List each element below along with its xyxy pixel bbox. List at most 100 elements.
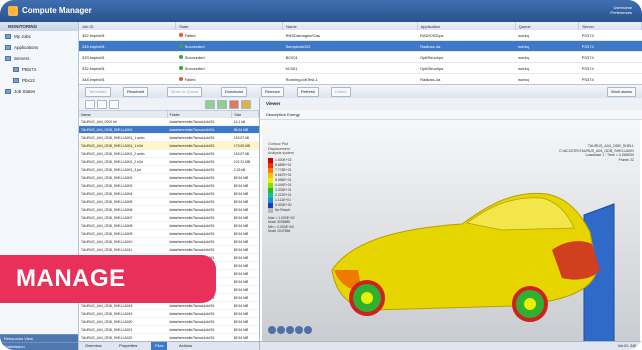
file-cell: TAURUS_A04_ODB_SHELLA001_2.anim xyxy=(79,149,168,158)
file-row[interactable]: TAURUS_A04_ODB_SHELLA021/data/herewhite/… xyxy=(79,325,259,334)
file-cell: /data/herewhite/TaurusJob001 xyxy=(167,165,232,174)
remove-button[interactable]: Remove xyxy=(261,87,284,97)
file-cell: /data/herewhite/TaurusJob001 xyxy=(167,189,232,198)
first-frame-icon[interactable] xyxy=(268,326,276,334)
job-cell: PS374 xyxy=(578,51,642,63)
sidebar-item[interactable]: Pbs12 xyxy=(0,75,78,86)
file-cell: 2.33 kB xyxy=(231,165,259,174)
file-row[interactable]: TAURUS_A04_ODB_SHELLA005/data/herewhite/… xyxy=(79,197,259,206)
resubmit-button[interactable]: Resubmit xyxy=(123,87,148,97)
job-row[interactable]: 352.lmpbs91 Failed RNSDamaged/Gas RADIOSS/p… xyxy=(79,30,642,41)
terminate-button[interactable]: Terminate xyxy=(85,87,111,97)
model-canvas[interactable]: Contour Plot Displacement Analysis syste… xyxy=(262,120,640,342)
file-row[interactable]: TAURUS_A04_ODB_SHELLA001_3.pd/data/herew… xyxy=(79,165,259,174)
jobs-column-header[interactable]: Application xyxy=(417,22,516,30)
file-row[interactable]: TAURUS_A04_ODB_SHELLA009/data/herewhite/… xyxy=(79,229,259,238)
viewer-panel: Viewer Description Energy Contour Plot D… xyxy=(260,98,642,350)
app-window: Compute Manager Username Preferences MON… xyxy=(0,0,642,350)
file-cell: TAURUS_A04_ODB_SHELLA001_2.h3d xyxy=(79,157,168,166)
file-row[interactable]: TAURUS_A04_ODB_SHELLA019/data/herewhite/… xyxy=(79,309,259,318)
file-cell: 85.54 MB xyxy=(231,229,259,238)
lock-icon[interactable] xyxy=(241,100,251,109)
file-row[interactable]: TAURUS_A04_ODB_SHELLA001_1.h3d/data/here… xyxy=(79,141,259,150)
file-row[interactable]: TAURUS_A04_ODB_SHELLA020/data/herewhite/… xyxy=(79,317,259,326)
viewer-statusbar: Job ID: 345 xyxy=(260,341,642,350)
job-row[interactable]: 345.lmpbs91 Succeeded Sampleds003 Radioss-4… xyxy=(79,40,642,52)
sidebar-item[interactable]: Job States xyxy=(0,86,78,97)
stop-icon[interactable] xyxy=(229,100,239,109)
tab-files[interactable]: Files xyxy=(151,342,168,350)
jobs-column-header[interactable]: Name xyxy=(282,22,418,30)
file-row[interactable]: TAURUS_A04_ODB_SHELLA004/data/herewhite/… xyxy=(79,189,259,198)
file-row[interactable]: TAURUS_A04_ODB_SHELLA001_2.h3d/data/here… xyxy=(79,157,259,166)
job-cell: PS374 xyxy=(578,30,642,41)
move-to-queue-button[interactable]: Move to Queue xyxy=(167,87,203,97)
file-row[interactable]: TAURUS_A04_ODB_SHELLA002/data/herewhite/… xyxy=(79,173,259,182)
job-cell: Succeeded xyxy=(175,51,283,63)
jobs-column-header[interactable]: Queue xyxy=(515,22,580,30)
sidebar-item[interactable]: Applications xyxy=(0,42,78,53)
refresh-button[interactable]: Refresh xyxy=(297,87,320,97)
file-cell: 153.57 kB xyxy=(231,149,259,158)
tab-overview[interactable]: Overview xyxy=(81,342,106,350)
prev-frame-icon[interactable] xyxy=(277,326,285,334)
home-icon[interactable] xyxy=(109,100,119,109)
jobs-column-header[interactable]: State xyxy=(175,22,284,30)
file-row[interactable]: TAURUS_A04_0000.htl/data/herewhite/Tauru… xyxy=(79,118,259,126)
tab-properties[interactable]: Properties xyxy=(115,342,141,350)
file-cell: TAURUS_A04_ODB_SHELLA010 xyxy=(79,237,168,246)
sidebar-item[interactable]: Servers xyxy=(0,53,78,64)
job-cell: Sampleds003 xyxy=(282,40,418,52)
jobs-body: 352.lmpbs91 Failed RNSDamaged/Gas RADIOSS/p… xyxy=(79,30,642,85)
job-row[interactable]: 333.lmpbs91 Succeeded BC001 OptiStruct/ps wo… xyxy=(79,51,642,63)
sidebar-item[interactable]: PBS74 xyxy=(0,64,78,75)
file-cell: /data/herewhite/TaurusJob001 xyxy=(167,229,232,238)
forward-icon[interactable] xyxy=(97,100,107,109)
file-cell: 153.57 kB xyxy=(231,133,259,142)
download-button[interactable]: Download xyxy=(221,87,247,97)
job-cell: workq xyxy=(515,62,579,74)
file-row[interactable]: TAURUS_A04_ODB_SHELLA011/data/herewhite/… xyxy=(79,245,259,254)
sidebar-item[interactable]: My Jobs xyxy=(0,31,78,42)
files-column-header[interactable]: Name xyxy=(79,111,168,118)
file-cell: 85.64 MB xyxy=(231,125,259,134)
files-column-header[interactable]: Folder xyxy=(167,111,233,118)
sidebar-bottom-resources[interactable]: Resources View xyxy=(0,334,78,342)
job-row[interactable]: 332.lmpbs91 Succeeded bC001 OptiStruct/ps wo… xyxy=(79,62,642,74)
user-menu[interactable]: Username Preferences xyxy=(610,5,632,15)
status-icon xyxy=(178,33,183,38)
jobs-column-header[interactable]: Job ID xyxy=(79,22,177,30)
job-cell: OptiStruct/ps xyxy=(417,62,516,74)
status-icon xyxy=(178,66,183,71)
file-cell: /data/herewhite/TaurusJob001 xyxy=(167,197,232,206)
file-row[interactable]: TAURUS_A04_ODB_SHELLA001_2.anim/data/her… xyxy=(79,149,259,158)
delete-button[interactable]: Delete xyxy=(331,87,351,97)
file-row[interactable]: TAURUS_A04_ODB_SHELLA001/data/herewhite/… xyxy=(79,125,259,134)
file-row[interactable]: TAURUS_A04_ODB_SHELLA007/data/herewhite/… xyxy=(79,213,259,222)
file-row[interactable]: TAURUS_A04_ODB_SHELLA006/data/herewhite/… xyxy=(79,205,259,214)
back-icon[interactable] xyxy=(85,100,95,109)
jobs-column-header[interactable]: Server xyxy=(578,22,642,30)
job-cell: Radioss-4a xyxy=(417,40,516,52)
colorbar-swatch xyxy=(268,208,273,213)
file-cell: TAURUS_A04_ODB_SHELLA020 xyxy=(79,317,168,326)
file-cell: 85.54 MB xyxy=(231,301,259,310)
preferences-link[interactable]: Preferences xyxy=(610,10,632,15)
tab-actions[interactable]: Actions xyxy=(175,342,196,350)
file-row[interactable]: TAURUS_A04_ODB_SHELLA003/data/herewhite/… xyxy=(79,181,259,190)
job-row[interactable]: 348.lmpbs91 Failed RunningJobTest-1 Radioss… xyxy=(79,73,642,85)
file-row[interactable]: TAURUS_A04_ODB_SHELLA001_1.anim/data/her… xyxy=(79,133,259,142)
last-frame-icon[interactable] xyxy=(304,326,312,334)
play-icon[interactable] xyxy=(286,326,294,334)
file-row[interactable]: TAURUS_A04_ODB_SHELLA010/data/herewhite/… xyxy=(79,237,259,246)
sidebar-bottom-submission[interactable]: Submission xyxy=(0,342,78,350)
work-status-dropdown[interactable]: Work status xyxy=(606,87,636,97)
file-cell: TAURUS_A04_ODB_SHELLA001_1.anim xyxy=(79,133,168,142)
file-row[interactable]: TAURUS_A04_ODB_SHELLA008/data/herewhite/… xyxy=(79,221,259,230)
open-icon[interactable] xyxy=(205,100,215,109)
upload-icon[interactable] xyxy=(217,100,227,109)
sidebar-item-label: Pbs12 xyxy=(22,78,35,83)
next-frame-icon[interactable] xyxy=(295,326,303,334)
job-cell: RunningJobTest-1 xyxy=(282,73,418,85)
files-column-header[interactable]: Size xyxy=(231,111,259,118)
